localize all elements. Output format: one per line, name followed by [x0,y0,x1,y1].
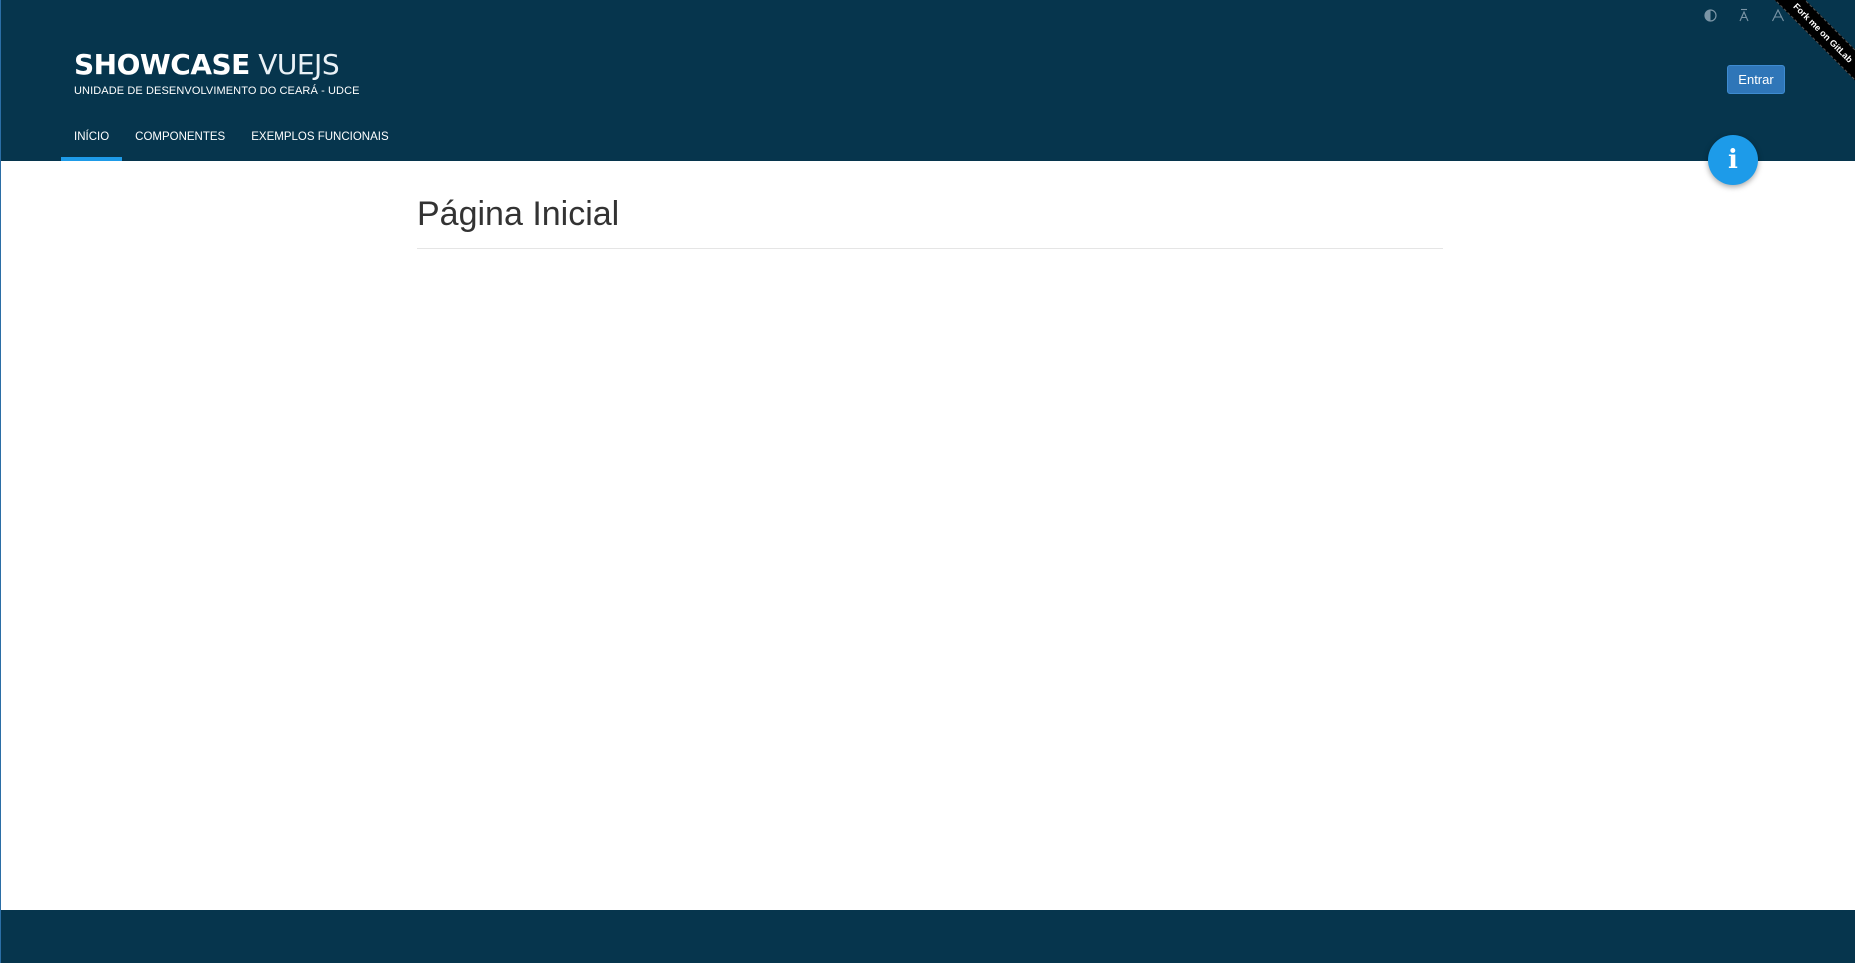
info-glyph: i [1728,145,1738,175]
main-nav: INÍCIO COMPONENTES EXEMPLOS FUNCIONAIS [61,121,402,161]
brand-title-light: VUEJS [258,48,340,81]
top-header: SHOWCASE VUEJS UNIDADE DE DESENVOLVIMENT… [1,0,1855,161]
fork-ribbon-container: Fork me on GitLab [1766,0,1855,90]
fork-me-ribbon[interactable]: Fork me on GitLab [1766,0,1855,90]
main-content: Página Inicial [417,190,1443,249]
page-title: Página Inicial [417,195,620,233]
font-decrease-icon[interactable] [1735,6,1753,24]
nav-item-componentes[interactable]: COMPONENTES [122,121,238,161]
info-icon[interactable]: i [1708,135,1758,185]
brand[interactable]: SHOWCASE VUEJS UNIDADE DE DESENVOLVIMENT… [74,48,360,97]
contrast-icon[interactable] [1701,6,1719,24]
brand-subtitle: UNIDADE DE DESENVOLVIMENTO DO CEARÁ - UD… [74,85,360,97]
nav-item-inicio[interactable]: INÍCIO [61,121,123,161]
title-divider [417,248,1443,249]
page: SHOWCASE VUEJS UNIDADE DE DESENVOLVIMENT… [0,0,1855,963]
brand-title: SHOWCASE VUEJS [74,48,360,82]
nav-item-exemplos-funcionais[interactable]: EXEMPLOS FUNCIONAIS [238,121,401,161]
footer [1,910,1855,963]
brand-title-bold: SHOWCASE [74,48,250,81]
